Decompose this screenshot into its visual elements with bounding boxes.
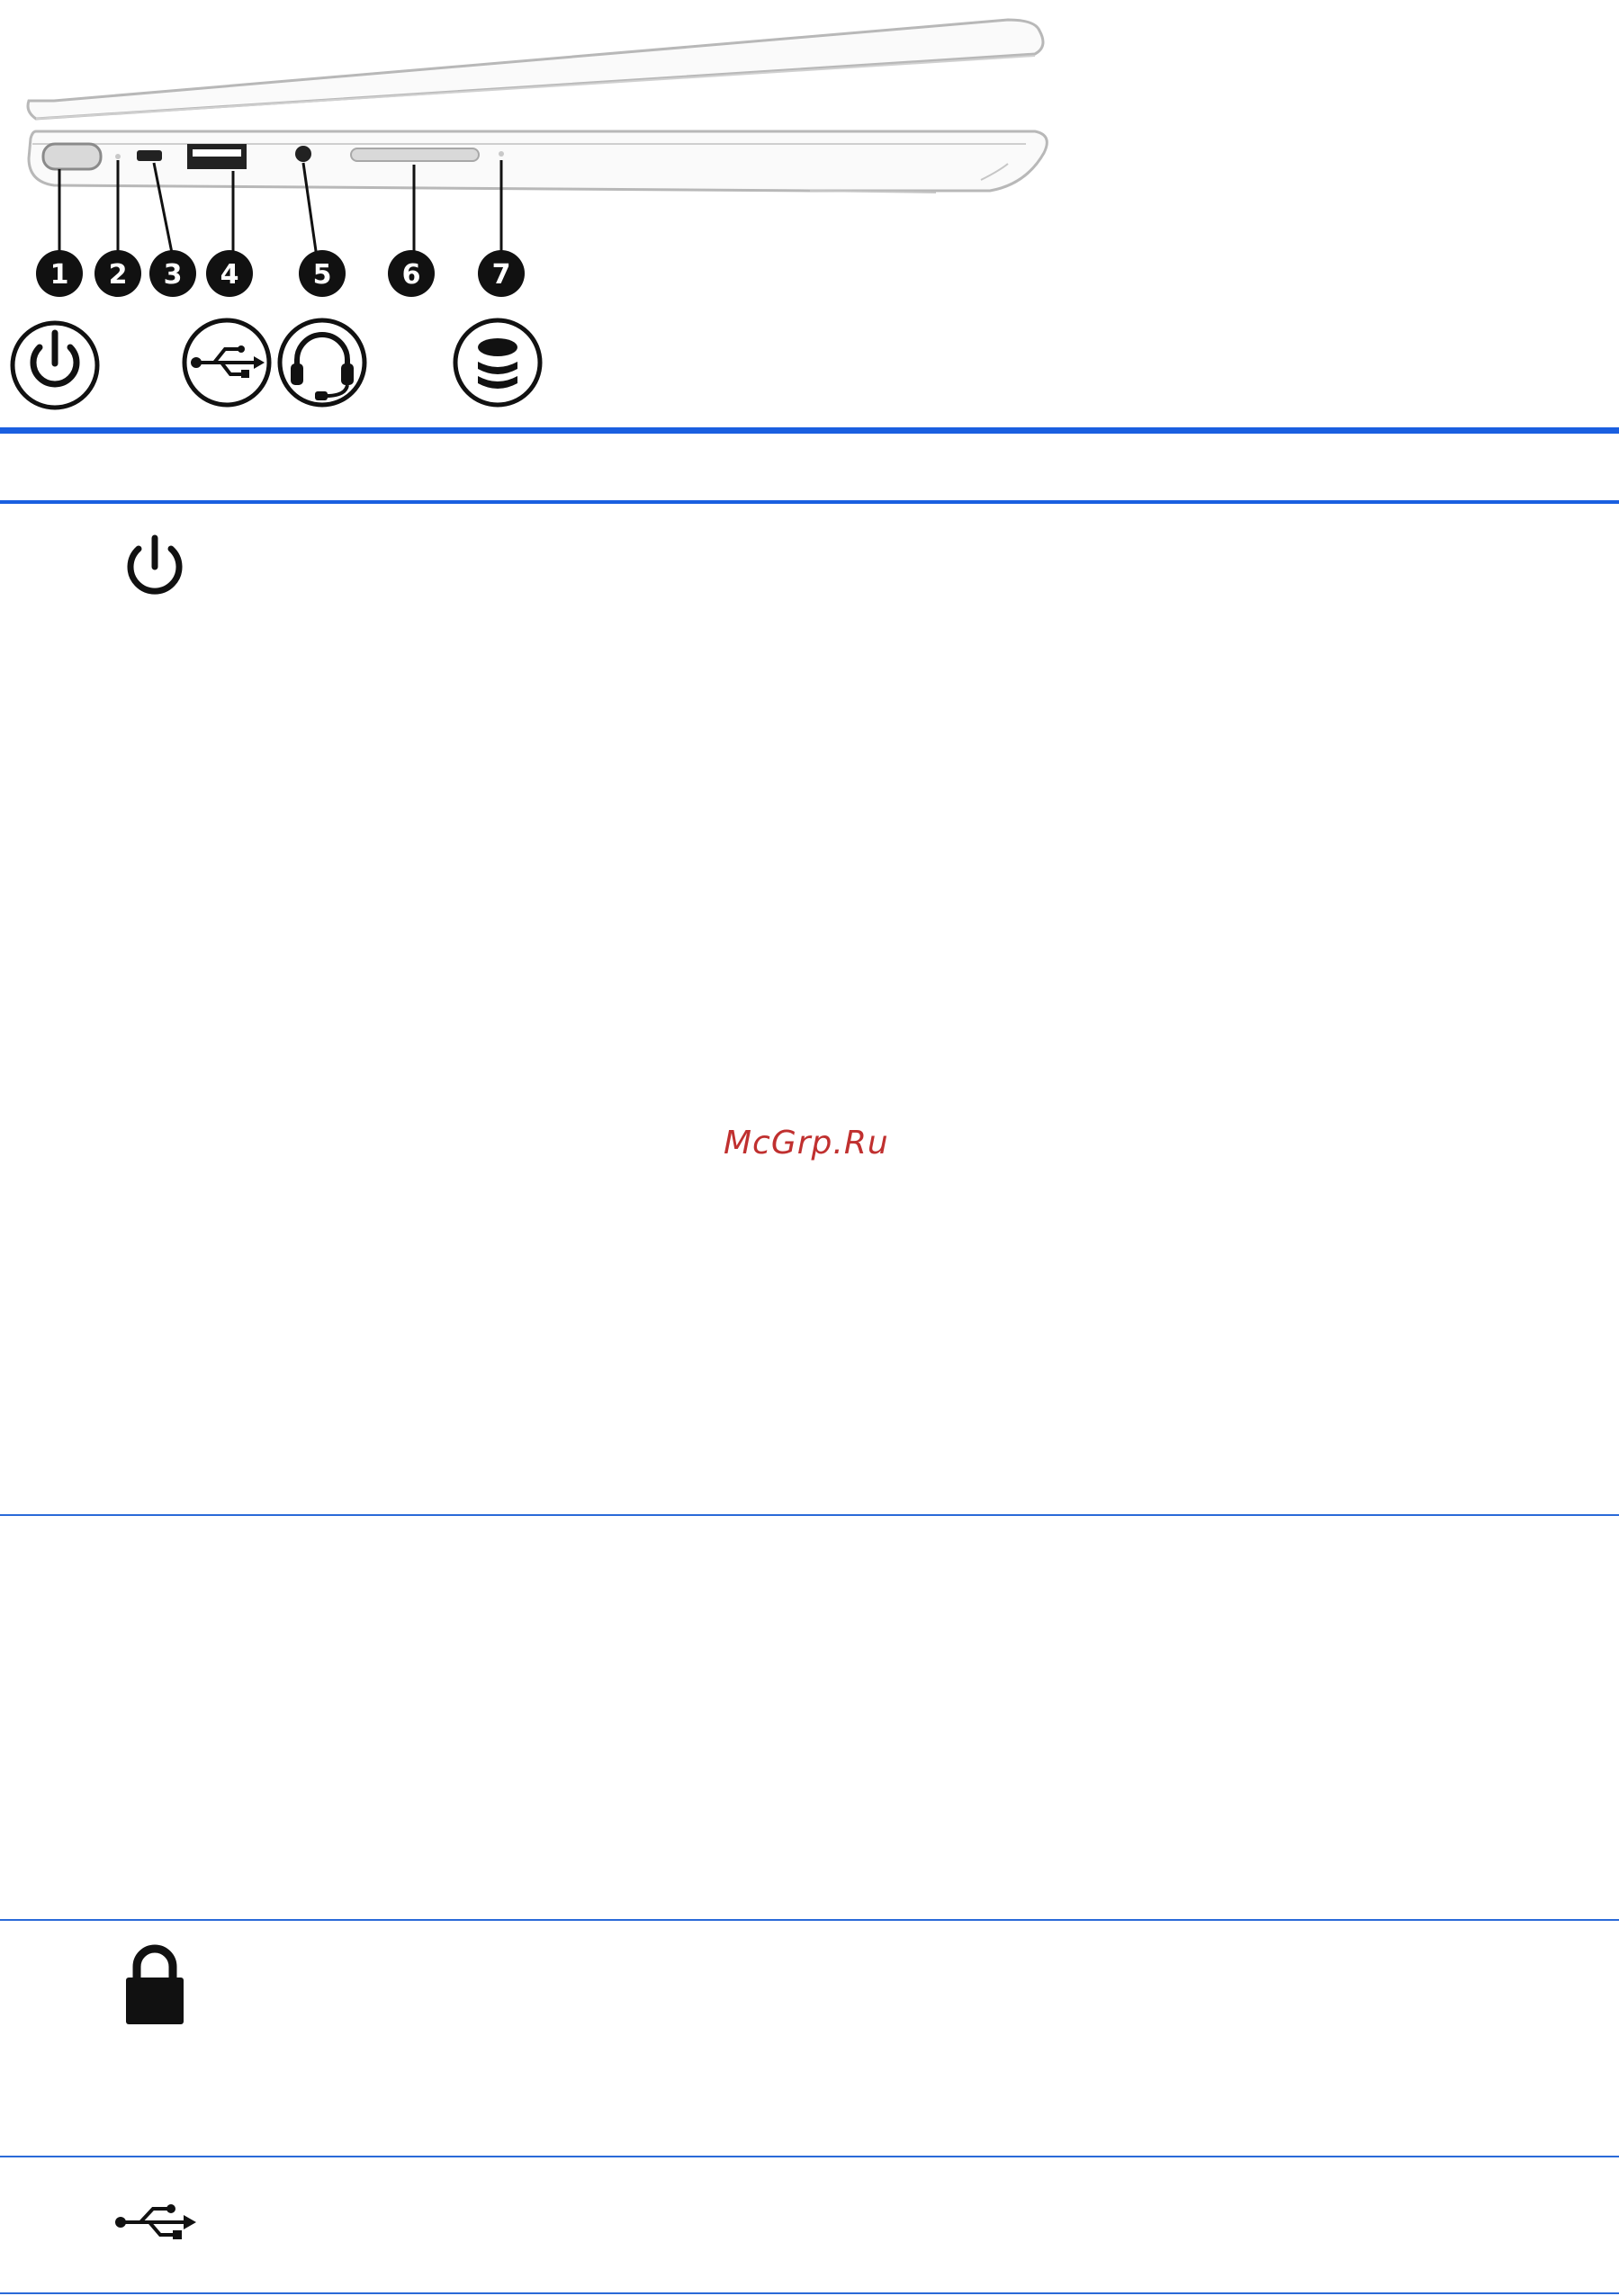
callout-5: 5	[313, 259, 332, 291]
table-bottom-rule	[0, 2292, 1619, 2294]
headset-icon	[277, 318, 367, 408]
laptop-left-side-figure: 1 2 3 4 5 6 7	[10, 18, 1048, 410]
callout-2: 2	[109, 259, 128, 291]
power-icon	[10, 320, 100, 410]
table-row-divider	[0, 1919, 1619, 1921]
usb-icon	[115, 2204, 196, 2239]
watermark-text: McGrp.Ru	[724, 1125, 889, 1161]
table-row	[121, 533, 189, 605]
table-row-divider	[0, 1514, 1619, 1516]
lock-icon	[126, 1944, 184, 2024]
table-header-rule	[0, 427, 1619, 434]
table-row	[113, 2200, 198, 2248]
port-drive-light	[499, 151, 504, 157]
port-usb-c	[137, 150, 162, 161]
power-icon	[127, 534, 183, 595]
callout-4: 4	[220, 259, 239, 291]
table-row-divider	[0, 2156, 1619, 2157]
laptop-base	[27, 130, 1048, 193]
port-audio-jack	[295, 146, 311, 162]
callout-3: 3	[164, 259, 183, 291]
memory-card-icon	[453, 318, 543, 408]
port-power-light	[115, 154, 121, 159]
table-row	[122, 1943, 187, 2031]
callout-1: 1	[50, 259, 69, 291]
table-header-bottom-rule	[0, 500, 1619, 504]
usb-icon	[182, 318, 272, 408]
laptop-lid	[26, 18, 1045, 121]
callout-badges: 1 2 3 4 5 6 7	[36, 250, 525, 297]
callout-7: 7	[492, 259, 511, 291]
callout-6: 6	[402, 259, 421, 291]
port-memory-card-reader	[350, 148, 480, 162]
port-power-button	[41, 142, 103, 171]
port-usb-a	[187, 144, 247, 169]
